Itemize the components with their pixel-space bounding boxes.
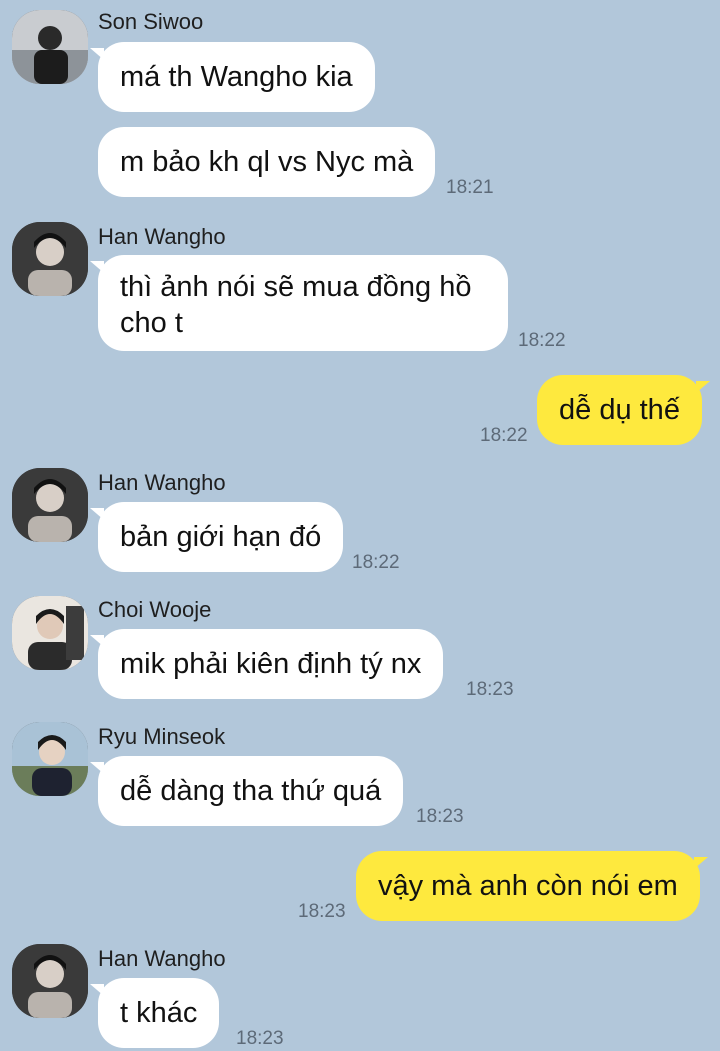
sender-name: Han Wangho (98, 946, 226, 971)
avatar[interactable] (12, 10, 88, 84)
message-text: thì ảnh nói sẽ mua đồng hồ cho t (120, 271, 472, 339)
message-time: 18:22 (480, 425, 528, 446)
message-bubble[interactable]: m bảo kh ql vs Nyc mà (98, 127, 436, 197)
message-text: vậy mà anh còn nói em (378, 870, 678, 902)
message-text: dễ dụ thế (559, 394, 680, 426)
avatar[interactable] (12, 944, 88, 1018)
sender-name: Han Wangho (98, 224, 226, 249)
message-text: t khác (120, 997, 198, 1029)
avatar[interactable] (12, 722, 88, 796)
sender-name: Choi Wooje (98, 597, 212, 622)
message-text: dễ dàng tha thứ quá (120, 775, 382, 807)
message-time: 18:22 (352, 552, 400, 573)
avatar[interactable] (12, 596, 88, 670)
message-bubble[interactable]: dễ dụ thế (537, 375, 710, 445)
message-bubble[interactable]: vậy mà anh còn nói em (356, 851, 708, 921)
message-bubble[interactable]: dễ dàng tha thứ quá (89, 756, 404, 826)
sender-name: Han Wangho (98, 470, 226, 495)
message-bubble[interactable]: thì ảnh nói sẽ mua đồng hồ cho t (90, 255, 508, 351)
message-time: 18:23 (466, 679, 514, 700)
avatar[interactable] (12, 468, 88, 542)
message-bubble[interactable]: mik phải kiên định tý nx (89, 629, 444, 699)
message-text: má th Wangho kia (120, 61, 353, 93)
message-time: 18:23 (416, 806, 464, 827)
message-time: 18:22 (518, 330, 566, 351)
message-time: 18:23 (298, 901, 346, 922)
message-bubble[interactable]: má th Wangho kia (90, 42, 375, 112)
message-bubble[interactable]: bản giới hạn đó (89, 502, 344, 572)
message-text: m bảo kh ql vs Nyc mà (120, 146, 414, 178)
message-text: mik phải kiên định tý nx (120, 648, 422, 680)
message-bubble[interactable]: t khác (89, 978, 220, 1048)
message-text: bản giới hạn đó (120, 521, 322, 553)
sender-name: Son Siwoo (98, 9, 204, 34)
message-time: 18:23 (236, 1028, 284, 1049)
chat-area: Son Siwoo má th Wangho kia m bảo kh ql v… (0, 0, 720, 1051)
message-time: 18:21 (446, 177, 494, 198)
sender-name: Ryu Minseok (98, 724, 226, 749)
avatar[interactable] (12, 222, 88, 296)
